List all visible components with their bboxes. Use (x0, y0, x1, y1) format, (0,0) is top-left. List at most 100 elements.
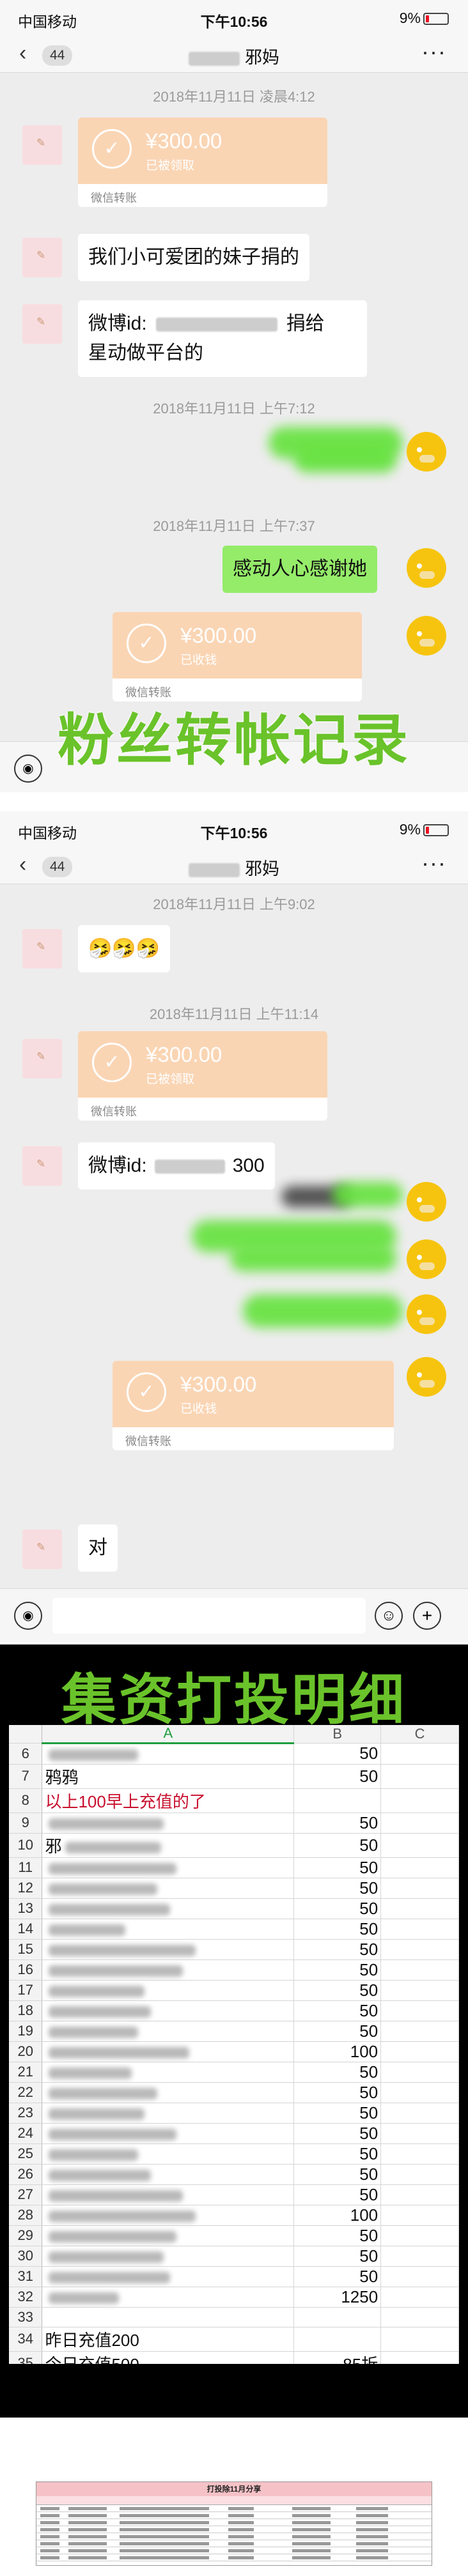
message-input[interactable] (52, 1598, 366, 1634)
row-number[interactable]: 26 (9, 2164, 43, 2185)
transfer-card[interactable]: ✓ ¥300.00 已收钱 微信转账 (113, 1361, 394, 1450)
cell-c[interactable] (380, 1919, 459, 1940)
cell-b[interactable]: 50 (293, 2123, 382, 2144)
cell-b[interactable]: 50 (293, 2000, 382, 2021)
transfer-card[interactable]: ✓ ¥300.00 已被领取 微信转账 (78, 118, 327, 207)
cell-c[interactable] (380, 2246, 459, 2267)
cell-c[interactable] (380, 2143, 459, 2165)
avatar[interactable]: ✎ (22, 125, 62, 165)
cell-a[interactable] (42, 2123, 295, 2144)
cell-b[interactable]: 50 (293, 1959, 382, 1981)
cell-a[interactable]: 以上100早上充值的了 (42, 1788, 295, 1813)
cell-a[interactable] (42, 2266, 295, 2287)
cell-b[interactable]: 50 (293, 1743, 382, 1765)
row-number[interactable]: 18 (9, 2000, 43, 2021)
avatar-duck[interactable] (407, 432, 446, 471)
row-number[interactable]: 11 (9, 1857, 43, 1878)
row-number[interactable]: 29 (9, 2225, 43, 2246)
cell-a[interactable] (42, 2205, 295, 2226)
cell-a[interactable] (42, 1743, 295, 1765)
cell-c[interactable] (380, 2205, 459, 2226)
row-number[interactable]: 31 (9, 2266, 43, 2287)
cell-b[interactable]: 50 (293, 2062, 382, 2083)
cell-a[interactable]: 鸦鸦 (42, 1764, 295, 1789)
row-number[interactable]: 32 (9, 2287, 43, 2308)
cell-b[interactable]: 1250 (293, 2287, 382, 2308)
cell-a[interactable] (42, 2021, 295, 2042)
row-number[interactable]: 24 (9, 2123, 43, 2144)
cell-b[interactable]: 100 (293, 2041, 382, 2062)
row-number[interactable]: 16 (9, 1959, 43, 1981)
cell-c[interactable] (380, 2184, 459, 2205)
avatar-duck[interactable] (407, 1239, 446, 1279)
cell-c[interactable] (380, 1959, 459, 1981)
column-header-a[interactable]: A (42, 1725, 295, 1744)
row-number[interactable]: 35 (9, 2351, 43, 2364)
cell-c[interactable] (380, 1788, 459, 1813)
cell-c[interactable] (380, 2082, 459, 2103)
cell-a[interactable]: 邪 (42, 1833, 295, 1858)
cell-a[interactable] (42, 1813, 295, 1834)
cell-b[interactable]: 50 (293, 1857, 382, 1878)
row-number[interactable]: 19 (9, 2021, 43, 2042)
corner-cell[interactable] (9, 1725, 43, 1744)
transfer-card[interactable]: ✓ ¥300.00 已被领取 微信转账 (78, 1031, 327, 1121)
cell-c[interactable] (380, 1764, 459, 1789)
cell-b[interactable]: 50 (293, 2082, 382, 2103)
cell-b[interactable]: 50 (293, 1764, 382, 1789)
transfer-card[interactable]: ✓ ¥300.00 已收钱 微信转账 (113, 612, 362, 702)
cell-c[interactable] (380, 2164, 459, 2185)
avatar-duck[interactable] (407, 548, 446, 588)
cell-c[interactable] (380, 1813, 459, 1834)
cell-a[interactable] (42, 2246, 295, 2267)
cell-c[interactable] (380, 1980, 459, 2001)
plus-icon[interactable]: + (413, 1602, 441, 1630)
cell-b[interactable]: 50 (293, 2246, 382, 2267)
cell-b[interactable] (293, 2307, 382, 2327)
avatar[interactable]: ✎ (22, 304, 62, 344)
cell-a[interactable] (42, 2287, 295, 2308)
cell-b[interactable]: 50 (293, 2164, 382, 2185)
cell-b[interactable]: 100 (293, 2205, 382, 2226)
cell-b[interactable]: 85折 (293, 2351, 382, 2364)
row-number[interactable]: 10 (9, 1833, 43, 1858)
cell-b[interactable]: 50 (293, 1939, 382, 1960)
cell-b[interactable]: 50 (293, 2184, 382, 2205)
cell-b[interactable]: 50 (293, 2225, 382, 2246)
cell-b[interactable]: 50 (293, 2266, 382, 2287)
cell-a[interactable] (42, 2041, 295, 2062)
cell-c[interactable] (380, 1939, 459, 1960)
cell-c[interactable] (380, 1743, 459, 1765)
row-number[interactable]: 21 (9, 2062, 43, 2083)
avatar[interactable]: ✎ (22, 1146, 62, 1186)
cell-c[interactable] (380, 2123, 459, 2144)
cell-c[interactable] (380, 2327, 459, 2352)
row-number[interactable]: 12 (9, 1878, 43, 1899)
cell-c[interactable] (380, 2041, 459, 2062)
more-options-icon[interactable]: ··· (421, 850, 446, 877)
cell-c[interactable] (380, 2062, 459, 2083)
emoji-icon[interactable]: ☺ (375, 1602, 403, 1630)
cell-a[interactable] (42, 2184, 295, 2205)
cell-b[interactable]: 50 (293, 1813, 382, 1834)
cell-c[interactable] (380, 1857, 459, 1878)
cell-b[interactable]: 50 (293, 1919, 382, 1940)
cell-a[interactable] (42, 2225, 295, 2246)
row-number[interactable]: 22 (9, 2082, 43, 2103)
avatar-duck[interactable] (407, 1182, 446, 1222)
cell-c[interactable] (380, 1833, 459, 1858)
row-number[interactable]: 7 (9, 1764, 43, 1789)
row-number[interactable]: 13 (9, 1898, 43, 1919)
row-number[interactable]: 9 (9, 1813, 43, 1834)
cell-c[interactable] (380, 1898, 459, 1919)
cell-b[interactable]: 50 (293, 1898, 382, 1919)
row-number[interactable]: 34 (9, 2327, 43, 2352)
cell-b[interactable]: 50 (293, 1980, 382, 2001)
cell-a[interactable] (42, 1857, 295, 1878)
cell-b[interactable]: 50 (293, 1878, 382, 1899)
cell-a[interactable] (42, 2000, 295, 2021)
cell-c[interactable] (380, 2000, 459, 2021)
avatar[interactable]: ✎ (22, 238, 62, 277)
cell-a[interactable] (42, 1878, 295, 1899)
cell-a[interactable] (42, 2082, 295, 2103)
